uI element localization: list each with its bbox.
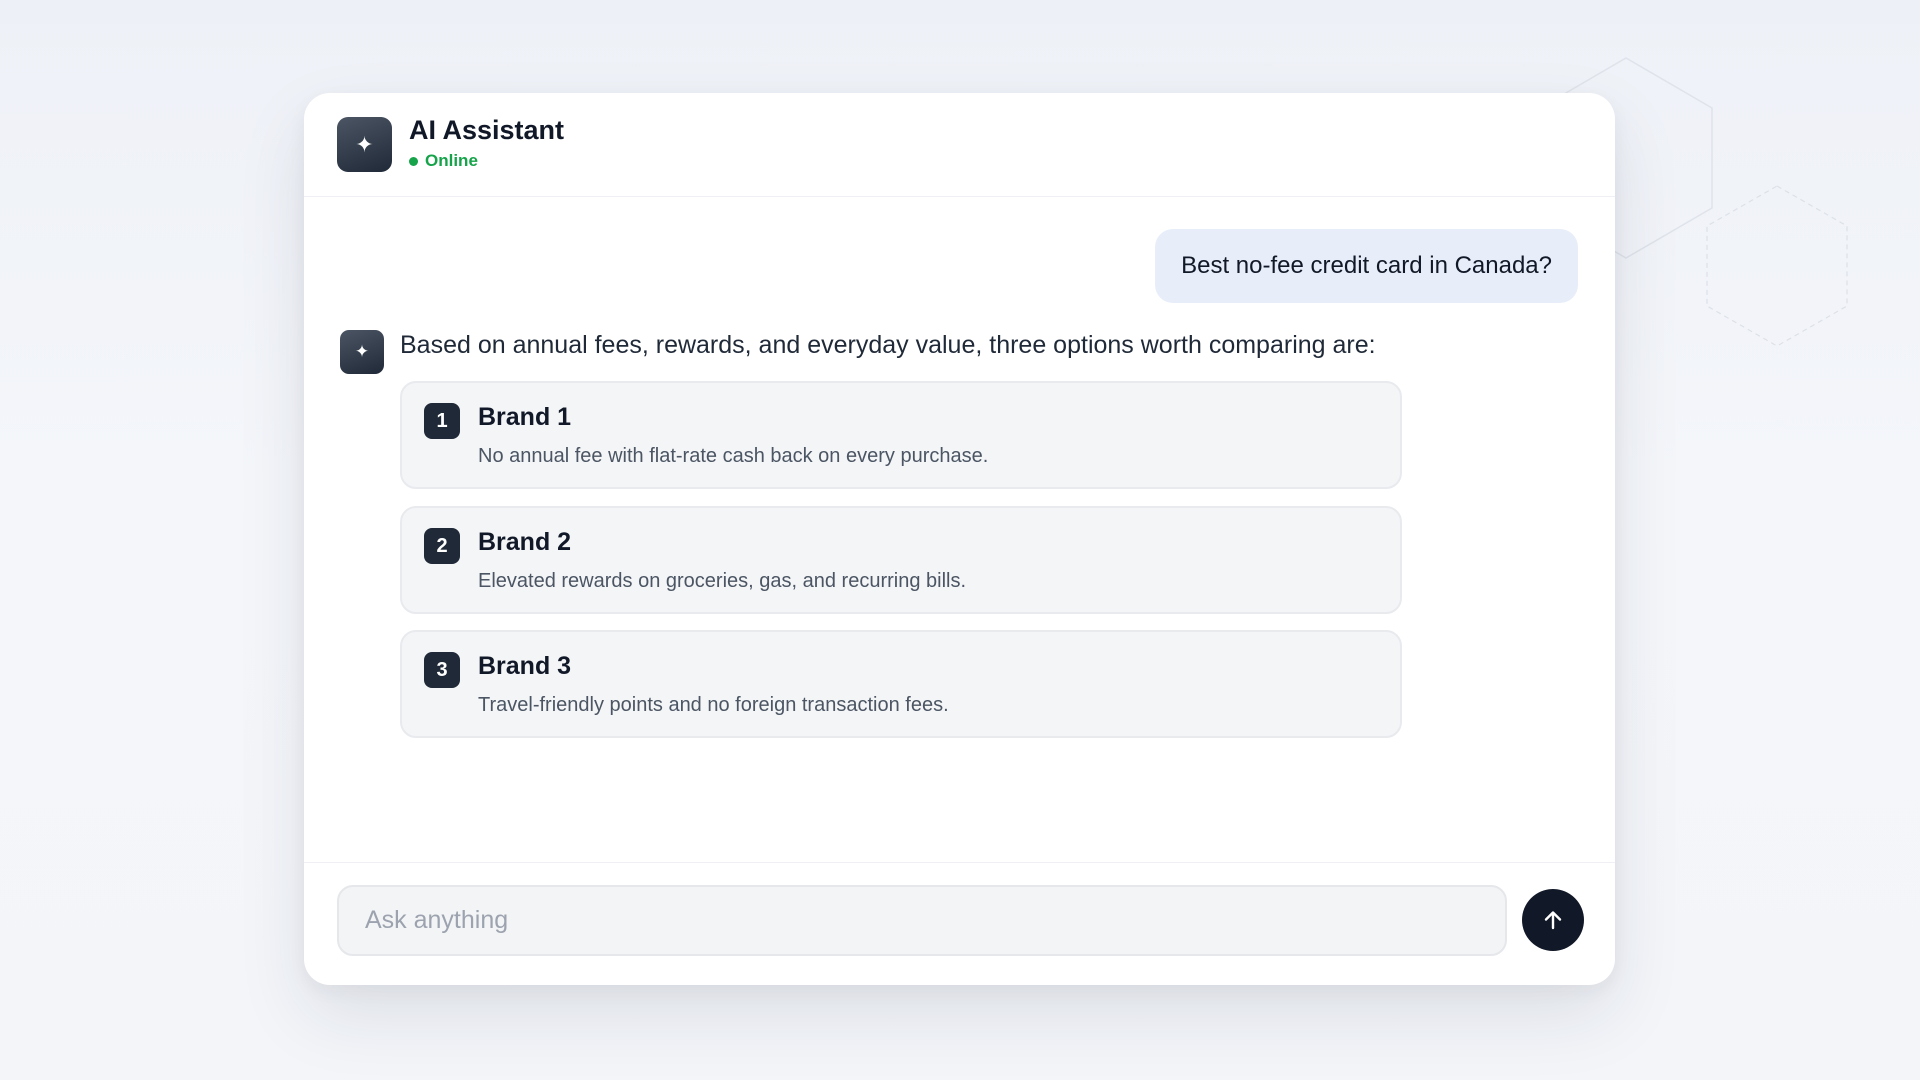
ask-input[interactable] bbox=[337, 885, 1507, 956]
status-text: Online bbox=[425, 151, 478, 170]
top-strip bbox=[0, 0, 1920, 24]
option-card: 1 Brand 1 No annual fee with flat-rate c… bbox=[400, 381, 1402, 489]
option-description: Elevated rewards on groceries, gas, and … bbox=[478, 570, 967, 592]
sparkle-icon: ✦ bbox=[355, 131, 374, 157]
status-dot-icon bbox=[409, 156, 418, 166]
assistant-avatar: ✦ bbox=[337, 117, 392, 172]
app-title: AI Assistant bbox=[409, 115, 565, 145]
option-card: 2 Brand 2 Elevated rewards on groceries,… bbox=[400, 506, 1402, 614]
option-number-badge: 2 bbox=[424, 528, 460, 564]
arrow-up-icon bbox=[1544, 911, 1562, 930]
assistant-message-avatar: ✦ bbox=[340, 330, 384, 374]
composer-bar bbox=[304, 862, 1615, 985]
sparkle-icon: ✦ bbox=[354, 342, 370, 361]
chat-header: ✦ AI Assistant Online bbox=[304, 93, 1615, 197]
option-title: Brand 2 bbox=[478, 528, 572, 556]
option-card: 3 Brand 3 Travel-friendly points and no … bbox=[400, 630, 1402, 738]
option-description: Travel-friendly points and no foreign tr… bbox=[478, 694, 949, 716]
user-message: Best no-fee credit card in Canada? bbox=[1155, 229, 1578, 303]
assistant-intro-text: Based on annual fees, rewards, and every… bbox=[400, 331, 1376, 359]
option-number-badge: 1 bbox=[424, 403, 460, 439]
chat-window: ✦ AI Assistant Online Best no-fee credit… bbox=[304, 93, 1615, 985]
option-description: No annual fee with flat-rate cash back o… bbox=[478, 445, 989, 467]
option-title: Brand 3 bbox=[478, 652, 572, 680]
option-number-badge: 3 bbox=[424, 652, 460, 688]
send-button[interactable] bbox=[1522, 889, 1584, 951]
option-title: Brand 1 bbox=[478, 403, 572, 431]
status-indicator: Online bbox=[409, 151, 478, 171]
